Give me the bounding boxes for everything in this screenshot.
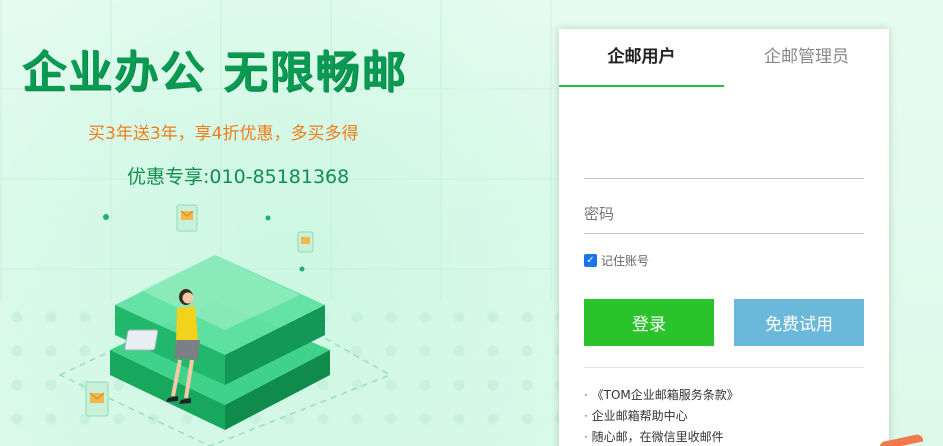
envelope-icon bbox=[297, 231, 314, 253]
account-input[interactable] bbox=[584, 139, 864, 179]
free-trial-button[interactable]: 免费试用 bbox=[734, 299, 864, 346]
help-links: 《TOM企业邮箱服务条款》 企业邮箱帮助中心 随心邮，在微信里收邮件 bbox=[584, 385, 864, 446]
tab-enterprise-admin[interactable]: 企邮管理员 bbox=[724, 29, 889, 87]
remember-account[interactable]: ✓ 记住账号 bbox=[584, 251, 649, 269]
remember-checkbox[interactable]: ✓ bbox=[584, 253, 597, 267]
login-tabs: 企邮用户 企邮管理员 bbox=[559, 29, 889, 87]
terms-link[interactable]: 《TOM企业邮箱服务条款》 bbox=[584, 385, 864, 406]
remember-label: 记住账号 bbox=[601, 253, 650, 268]
login-panel: 企邮用户 企邮管理员 ✓ 记住账号 登录 免费试用 《TOM企业邮箱服务条款》 … bbox=[559, 29, 889, 446]
help-center-link[interactable]: 企业邮箱帮助中心 bbox=[584, 406, 864, 427]
envelope-icon bbox=[85, 381, 109, 417]
hotline-text: 优惠专享:010-85181368 bbox=[127, 166, 350, 188]
promo-text: 买3年送3年，享4折优惠，多买多得 bbox=[88, 124, 359, 144]
password-input[interactable] bbox=[584, 194, 864, 234]
divider bbox=[584, 367, 864, 368]
hero-headline: 企业办公 无限畅邮 bbox=[22, 47, 408, 98]
login-button[interactable]: 登录 bbox=[584, 299, 714, 346]
office-illustration bbox=[58, 204, 392, 446]
wechat-mail-link[interactable]: 随心邮，在微信里收邮件 bbox=[584, 427, 864, 446]
tab-enterprise-user[interactable]: 企邮用户 bbox=[559, 29, 724, 87]
envelope-icon bbox=[176, 204, 198, 232]
